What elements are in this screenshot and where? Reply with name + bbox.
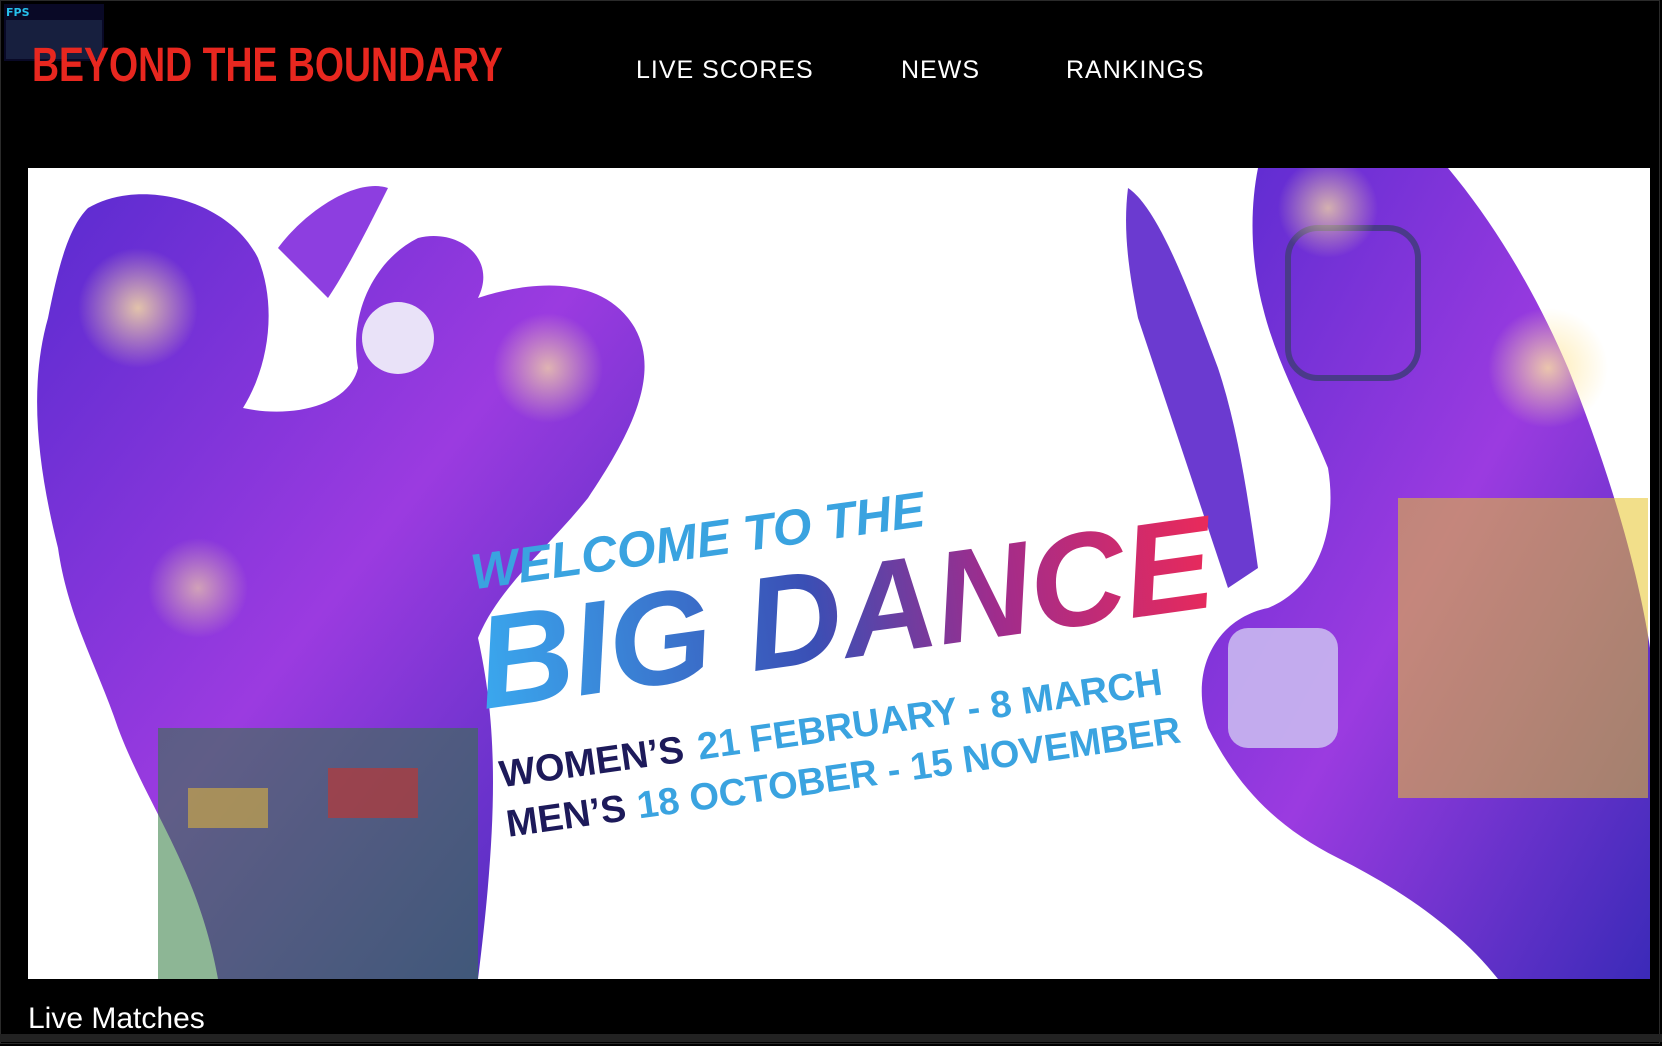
nav-live-scores[interactable]: LIVE SCORES (636, 56, 814, 85)
cricket-ball (362, 302, 434, 374)
crowd-photo-left (158, 728, 478, 979)
batting-glove (1228, 628, 1338, 748)
site-logo[interactable]: BEYOND THE BOUNDARY (32, 38, 503, 93)
nav-news[interactable]: NEWS (901, 56, 980, 85)
fps-label: FPS (6, 6, 30, 19)
mens-label: MEN’S (504, 787, 629, 845)
crowd-photo-right (1398, 498, 1648, 798)
hero-artwork: WELCOME TO THE BIG DANCE WOMEN’S 21 FEBR… (37, 168, 1650, 979)
live-matches-title: Live Matches (28, 1002, 205, 1035)
hero-banner[interactable]: WELCOME TO THE BIG DANCE WOMEN’S 21 FEBR… (28, 168, 1650, 979)
nav-rankings[interactable]: RANKINGS (1066, 56, 1205, 85)
bottom-scroll-edge (0, 1034, 1662, 1042)
